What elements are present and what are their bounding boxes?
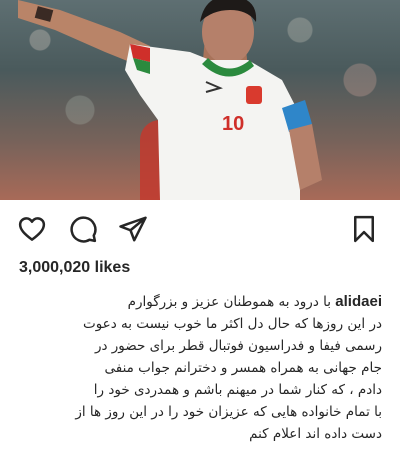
post-image[interactable]: 10	[0, 0, 400, 200]
caption-line: دست داده اند اعلام کنم	[249, 426, 382, 442]
comment-icon[interactable]	[68, 214, 98, 244]
like-count[interactable]: 3,000,020 likes	[19, 259, 130, 277]
share-icon[interactable]	[118, 214, 148, 244]
player-figure: 10	[18, 0, 322, 200]
caption-line: دادم ، که کنار شما در میهنم باشم و همدرد…	[93, 382, 382, 398]
username-link[interactable]: alidaei	[335, 293, 382, 310]
caption-text: با درود به هموطنان عزیز و بزرگوارم	[127, 294, 331, 310]
caption-line: جام جهانی به همراه همسر و دخترانم جواب م…	[104, 360, 382, 376]
jersey-number: 10	[222, 113, 244, 135]
caption-first-line: alidaei با درود به هموطنان عزیز و بزرگوا…	[17, 291, 382, 313]
caption-line: در این روزها که حال دل اکثر ما خوب نیست …	[82, 316, 382, 332]
caption-line: رسمی فیفا و فدراسیون فوتبال قطر برای حضو…	[94, 338, 382, 354]
heart-icon[interactable]	[17, 214, 47, 244]
post-action-bar	[0, 208, 400, 250]
bookmark-icon[interactable]	[349, 214, 379, 244]
post-caption: alidaei با درود به هموطنان عزیز و بزرگوا…	[17, 291, 382, 445]
caption-line: با تمام خانواده هایی که عزیزان خود را در…	[75, 404, 382, 420]
